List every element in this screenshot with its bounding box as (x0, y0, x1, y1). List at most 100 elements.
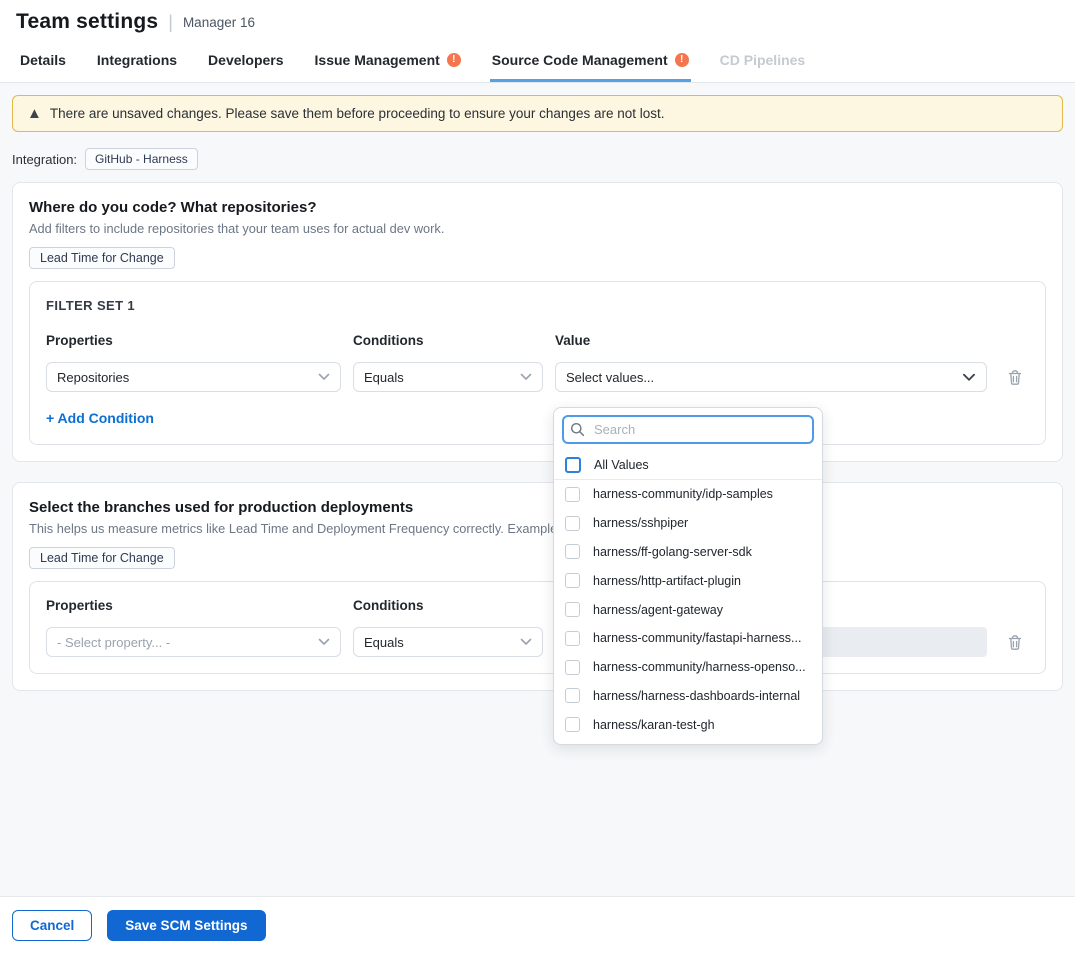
integration-label: Integration: (12, 152, 77, 167)
filter-condition-row: - Select property... - Equals (46, 627, 1029, 657)
repo-option[interactable]: harness/integrations-dashboard (554, 739, 822, 745)
repo-option[interactable]: harness/ff-golang-server-sdk (554, 538, 822, 567)
repo-option-label: harness/agent-gateway (593, 603, 723, 617)
chevron-down-icon (318, 638, 330, 646)
repo-option-label: harness-community/fastapi-harness... (593, 631, 801, 645)
add-condition-link[interactable]: + Add Condition (46, 410, 154, 426)
repo-checkbox[interactable] (565, 544, 580, 559)
conditions-header: Conditions (353, 598, 543, 613)
tab-developers[interactable]: Developers (206, 42, 285, 82)
all-values-option[interactable]: All Values (554, 450, 822, 480)
repo-option[interactable]: harness/karan-test-gh (554, 710, 822, 739)
team-name-label: Manager 16 (183, 15, 255, 30)
all-values-label: All Values (594, 458, 649, 472)
page-title: Team settings (16, 10, 158, 34)
lead-time-tag: Lead Time for Change (29, 247, 175, 269)
filter-set-1: FILTER SET 1 Properties Conditions Value… (29, 281, 1046, 445)
cancel-button[interactable]: Cancel (12, 910, 92, 941)
branches-card-title: Select the branches used for production … (29, 499, 1046, 516)
branches-card: Select the branches used for production … (12, 482, 1063, 691)
settings-content: ▲︎ There are unsaved changes. Please sav… (0, 83, 1075, 896)
integration-chip[interactable]: GitHub - Harness (85, 148, 198, 170)
filter-set-1-title: FILTER SET 1 (46, 298, 1029, 313)
properties-header: Properties (46, 333, 341, 348)
tab-cd-pipelines-label: CD Pipelines (720, 52, 806, 68)
search-input[interactable] (562, 415, 814, 444)
value-select-dropdown: All Values harness-community/idp-samples… (553, 407, 823, 745)
repo-option[interactable]: harness/sshpiper (554, 509, 822, 538)
repo-checkbox[interactable] (565, 631, 580, 646)
tab-source-code-management[interactable]: Source Code Management ! (490, 42, 691, 82)
filter-column-headers: Properties Conditions Value (46, 598, 1029, 613)
repo-option[interactable]: harness-community/harness-openso... (554, 653, 822, 682)
action-footer: Cancel Save SCM Settings (0, 896, 1075, 954)
repo-checkbox[interactable] (565, 660, 580, 675)
dropdown-search (554, 408, 822, 450)
tab-source-code-management-label: Source Code Management (492, 52, 668, 68)
warning-triangle-icon: ▲︎ (27, 106, 42, 121)
properties-header: Properties (46, 598, 341, 613)
condition-select-value: Equals (364, 635, 404, 650)
tab-issue-management[interactable]: Issue Management ! (313, 42, 463, 82)
repositories-card-title: Where do you code? What repositories? (29, 199, 1046, 216)
search-icon (570, 422, 585, 437)
repo-checkbox[interactable] (565, 487, 580, 502)
delete-condition-button[interactable] (1005, 632, 1025, 653)
repo-option[interactable]: harness/http-artifact-plugin (554, 566, 822, 595)
repo-checkbox[interactable] (565, 688, 580, 703)
all-values-checkbox[interactable] (565, 457, 581, 473)
repo-option[interactable]: harness/agent-gateway (554, 595, 822, 624)
value-header: Value (555, 333, 987, 348)
tab-details[interactable]: Details (18, 42, 68, 82)
chevron-down-icon (318, 373, 330, 381)
repo-checkbox[interactable] (565, 516, 580, 531)
condition-select-value: Equals (364, 370, 404, 385)
branches-card-subtitle: This helps us measure metrics like Lead … (29, 521, 1046, 536)
integration-row: Integration: GitHub - Harness (12, 148, 1063, 170)
property-select[interactable]: - Select property... - (46, 627, 341, 657)
property-select-placeholder: - Select property... - (57, 635, 170, 650)
repo-option-label: harness/ff-golang-server-sdk (593, 545, 752, 559)
value-multiselect-placeholder: Select values... (566, 370, 654, 385)
tab-integrations-label: Integrations (97, 52, 177, 68)
tab-issue-management-label: Issue Management (315, 52, 440, 68)
condition-select[interactable]: Equals (353, 362, 543, 392)
repo-option-label: harness-community/harness-openso... (593, 660, 806, 674)
repo-option[interactable]: harness-community/fastapi-harness... (554, 624, 822, 653)
repo-option-label: harness/sshpiper (593, 516, 688, 530)
tab-details-label: Details (20, 52, 66, 68)
filter-column-headers: Properties Conditions Value (46, 333, 1029, 348)
unsaved-changes-text: There are unsaved changes. Please save t… (50, 106, 665, 121)
value-multiselect[interactable]: Select values... (555, 362, 987, 392)
repositories-card-subtitle: Add filters to include repositories that… (29, 221, 1046, 236)
tab-cd-pipelines: CD Pipelines (718, 42, 808, 82)
repo-option-label: harness-community/idp-samples (593, 487, 773, 501)
trash-icon (1007, 369, 1023, 386)
warning-badge-icon: ! (675, 53, 689, 67)
property-select[interactable]: Repositories (46, 362, 341, 392)
repo-option[interactable]: harness/harness-dashboards-internal (554, 682, 822, 711)
condition-select[interactable]: Equals (353, 627, 543, 657)
unsaved-changes-banner: ▲︎ There are unsaved changes. Please sav… (12, 95, 1063, 132)
tab-developers-label: Developers (208, 52, 283, 68)
repo-checkbox[interactable] (565, 573, 580, 588)
chevron-down-icon (962, 373, 976, 382)
chevron-down-icon (520, 373, 532, 381)
tab-integrations[interactable]: Integrations (95, 42, 179, 82)
lead-time-tag: Lead Time for Change (29, 547, 175, 569)
repo-option-label: harness/http-artifact-plugin (593, 574, 741, 588)
chevron-down-icon (520, 638, 532, 646)
delete-condition-button[interactable] (1005, 367, 1025, 388)
repo-option[interactable]: harness-community/idp-samples (554, 480, 822, 509)
filter-condition-row: Repositories Equals Select values... (46, 362, 1029, 392)
page-header: Team settings | Manager 16 (0, 0, 1075, 42)
property-select-value: Repositories (57, 370, 129, 385)
branches-filter-set: Properties Conditions Value - Select pro… (29, 581, 1046, 674)
save-scm-settings-button[interactable]: Save SCM Settings (107, 910, 265, 941)
title-divider: | (168, 12, 173, 33)
repo-checkbox[interactable] (565, 717, 580, 732)
conditions-header: Conditions (353, 333, 543, 348)
repo-checkbox[interactable] (565, 602, 580, 617)
settings-tab-bar: Details Integrations Developers Issue Ma… (0, 42, 1075, 83)
repositories-card: Where do you code? What repositories? Ad… (12, 182, 1063, 462)
